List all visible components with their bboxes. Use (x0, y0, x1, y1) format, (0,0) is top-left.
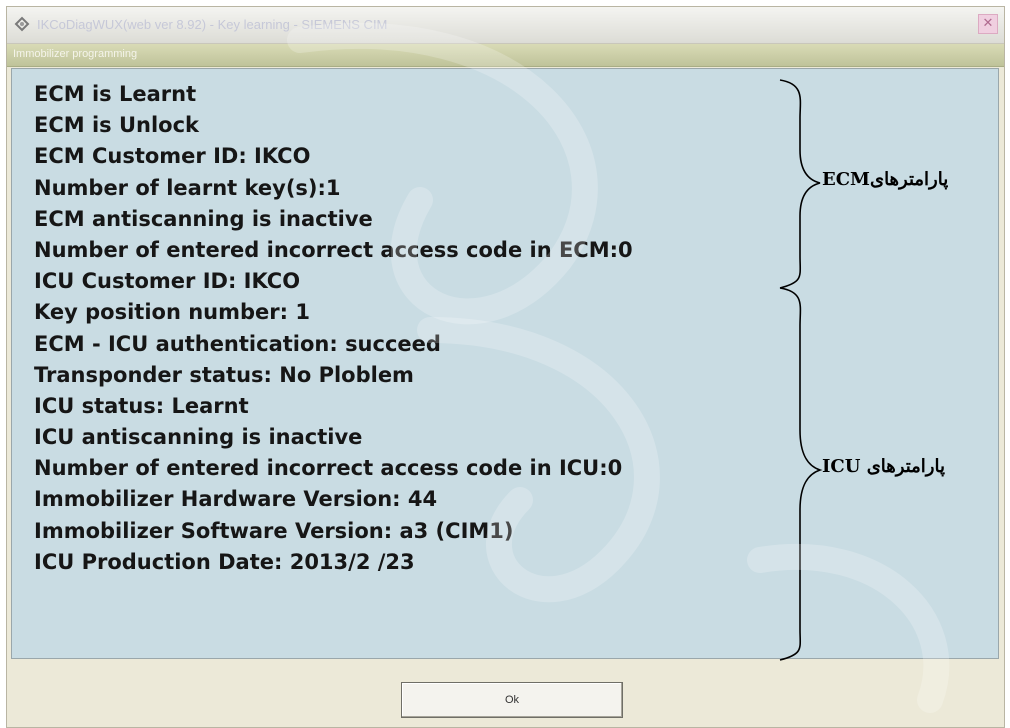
icu-brace (779, 287, 823, 661)
ecm-brace (779, 79, 821, 289)
annotation-braces (779, 79, 823, 661)
icu-parameters-annotation: پارامترهای ICU (822, 456, 945, 477)
ecm-parameters-annotation: پارامترهایECM (822, 169, 949, 190)
